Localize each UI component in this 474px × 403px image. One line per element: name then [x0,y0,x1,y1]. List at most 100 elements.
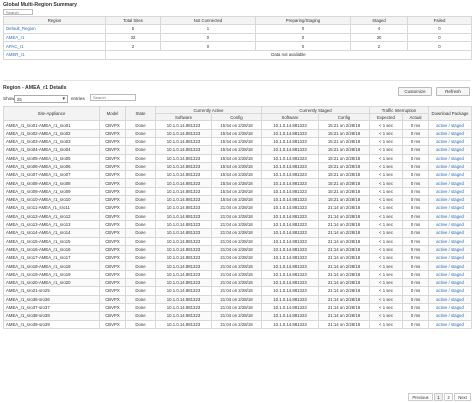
expected-cell: < 1 sec [369,145,403,155]
site-appliance-cell: AMEA_r1_sro16-AMEA_r1_sro16 [3,244,100,255]
download-package-link[interactable]: active / staged [428,136,473,147]
download-package-link[interactable]: active / staged [428,195,473,205]
details-search-input[interactable] [90,94,136,101]
download-package-link[interactable]: active / staged [428,286,473,296]
region-link[interactable]: Default_Region [3,24,106,34]
download-package-link[interactable]: active / staged [428,186,473,197]
download-package-link[interactable]: active / staged [428,128,473,138]
download-package-link[interactable]: active / staged [428,145,473,155]
header-state[interactable]: State [125,105,156,122]
staged-software-cell: 10.1.0.14.881323 [261,219,319,230]
actual-cell: 0 ms [401,319,430,329]
summary-header-preparing[interactable]: Preparing/Staging [255,15,351,26]
staged-software-cell: 10.1.0.14.881323 [261,161,319,172]
download-package-link[interactable]: active / staged [428,294,473,304]
staged-config-cell: 21:14 on 2/28/18 [318,286,370,296]
site-appliance-cell: AMEA_r1_sro19-AMEA_r1_sro19 [3,269,100,280]
download-package-link[interactable]: active / staged [428,219,473,230]
summary-header-region[interactable]: Region [3,15,106,26]
active-config-cell: 15:54 on 2/28/18 [211,153,262,163]
table-row: AMEA_r1_sro16-AMEA_r1_sro16 CBVPX Done 10.1… [3,244,473,255]
customize-button[interactable]: Customize [398,87,432,96]
state-cell: Done [125,302,156,313]
expected-cell: < 1 sec [369,178,403,188]
state-cell: Done [125,186,156,197]
model-cell: CBVPX [99,286,126,296]
download-package-link[interactable]: active / staged [428,228,473,238]
expected-cell: < 1 sec [369,211,403,221]
download-package-link[interactable]: active / staged [428,211,473,221]
download-package-link[interactable]: active / staged [428,203,473,213]
active-config-cell: 15:54 on 2/28/18 [211,120,262,130]
download-package-link[interactable]: active / staged [428,153,473,163]
pagination-next[interactable]: Next [454,393,471,401]
download-package-link[interactable]: active / staged [428,261,473,271]
active-software-cell: 10.1.0.14.881323 [155,294,212,304]
region-link[interactable]: AMEA_r1 [3,32,106,43]
pagination-page-1[interactable]: 1 [434,393,443,401]
region-link[interactable]: AMER_r1 [3,49,106,60]
not-connected-value: 0 [160,32,256,43]
summary-search-input[interactable] [3,9,33,15]
model-cell: CBVPX [99,236,126,246]
site-appliance-cell: AMEA_r1_sro17-AMEA_r1_sro17 [3,253,100,263]
actual-cell: 0 ms [401,244,430,255]
active-software-cell: 10.1.0.14.881323 [155,195,212,205]
staged-config-cell: 21:14 on 2/28/18 [318,319,370,329]
active-software-cell: 10.1.0.14.881323 [155,145,212,155]
active-config-cell: 21:04 on 2/28/18 [211,277,262,288]
header-site-appliance[interactable]: Site-Appliance [3,105,100,122]
pagination-previous[interactable]: Previous [408,393,433,401]
summary-header-staged[interactable]: Staged [350,15,408,26]
active-config-cell: 21:04 on 2/28/18 [211,294,262,304]
staged-config-cell: 21:14 on 2/28/18 [318,277,370,288]
download-package-link[interactable]: active / staged [428,269,473,280]
failed-value: 0 [407,41,472,51]
staged-config-cell: 21:14 on 2/28/18 [318,261,370,271]
active-software-cell: 10.1.0.14.881323 [155,277,212,288]
header-staged-config[interactable]: Config [318,113,370,122]
header-actual[interactable]: Actual [401,113,430,122]
download-package-link[interactable]: active / staged [428,244,473,255]
header-staged-software[interactable]: Software [261,113,319,122]
table-row: AMEA_r1_sro36-sro36 CBVPX Done 10.1.0.14.88… [3,294,473,304]
download-package-link[interactable]: active / staged [428,178,473,188]
actual-cell: 0 ms [401,161,430,172]
summary-header-not-connected[interactable]: Not Connected [160,15,256,26]
download-package-link[interactable]: active / staged [428,311,473,321]
region-link[interactable]: APAC_r1 [3,41,106,51]
download-package-link[interactable]: active / staged [428,236,473,246]
chevron-down-icon: ▾ [62,96,65,102]
entries-select[interactable]: 25 ▾ [14,95,68,103]
staged-config-cell: 15:21 on 2/28/18 [318,170,370,180]
expected-cell: < 1 sec [369,269,403,280]
site-appliance-cell: AMEA_r1_sro09-AMEA_r1_sro09 [3,186,100,197]
site-appliance-cell: AMEA_r1_sro10-AMEA_r1_sro10 [3,195,100,205]
download-package-link[interactable]: active / staged [428,319,473,329]
download-package-link[interactable]: active / staged [428,170,473,180]
download-package-link[interactable]: active / staged [428,120,473,130]
summary-header-failed[interactable]: Failed [407,15,472,26]
header-model[interactable]: Model [99,105,126,122]
download-package-link[interactable]: active / staged [428,161,473,172]
staged-software-cell: 10.1.0.14.881323 [261,261,319,271]
header-active-software[interactable]: Software [155,113,212,122]
download-package-link[interactable]: active / staged [428,253,473,263]
state-cell: Done [125,128,156,138]
total-sites-value: 32 [105,32,161,43]
header-expected[interactable]: Expected [369,113,403,122]
active-software-cell: 10.1.0.14.881323 [155,311,212,321]
model-cell: CBVPX [99,228,126,238]
staged-config-cell: 15:21 on 2/28/18 [318,161,370,172]
download-package-link[interactable]: active / staged [428,302,473,313]
expected-cell: < 1 sec [369,277,403,288]
actual-cell: 0 ms [401,178,430,188]
table-row: AMEA_r1_sro01-AMEA_r1_sro01 CBVPX Done 10.1… [3,120,473,130]
header-download-package: Download Package [428,105,473,122]
table-row: AMEA_r1_sro13-AMEA_r1_sro13 CBVPX Done 10.1… [3,219,473,230]
refresh-button[interactable]: Refresh [436,87,470,96]
header-active-config[interactable]: Config [211,113,262,122]
pagination-page-2[interactable]: 2 [444,393,453,401]
summary-header-total-sites[interactable]: Total Sites [105,15,161,26]
download-package-link[interactable]: active / staged [428,277,473,288]
